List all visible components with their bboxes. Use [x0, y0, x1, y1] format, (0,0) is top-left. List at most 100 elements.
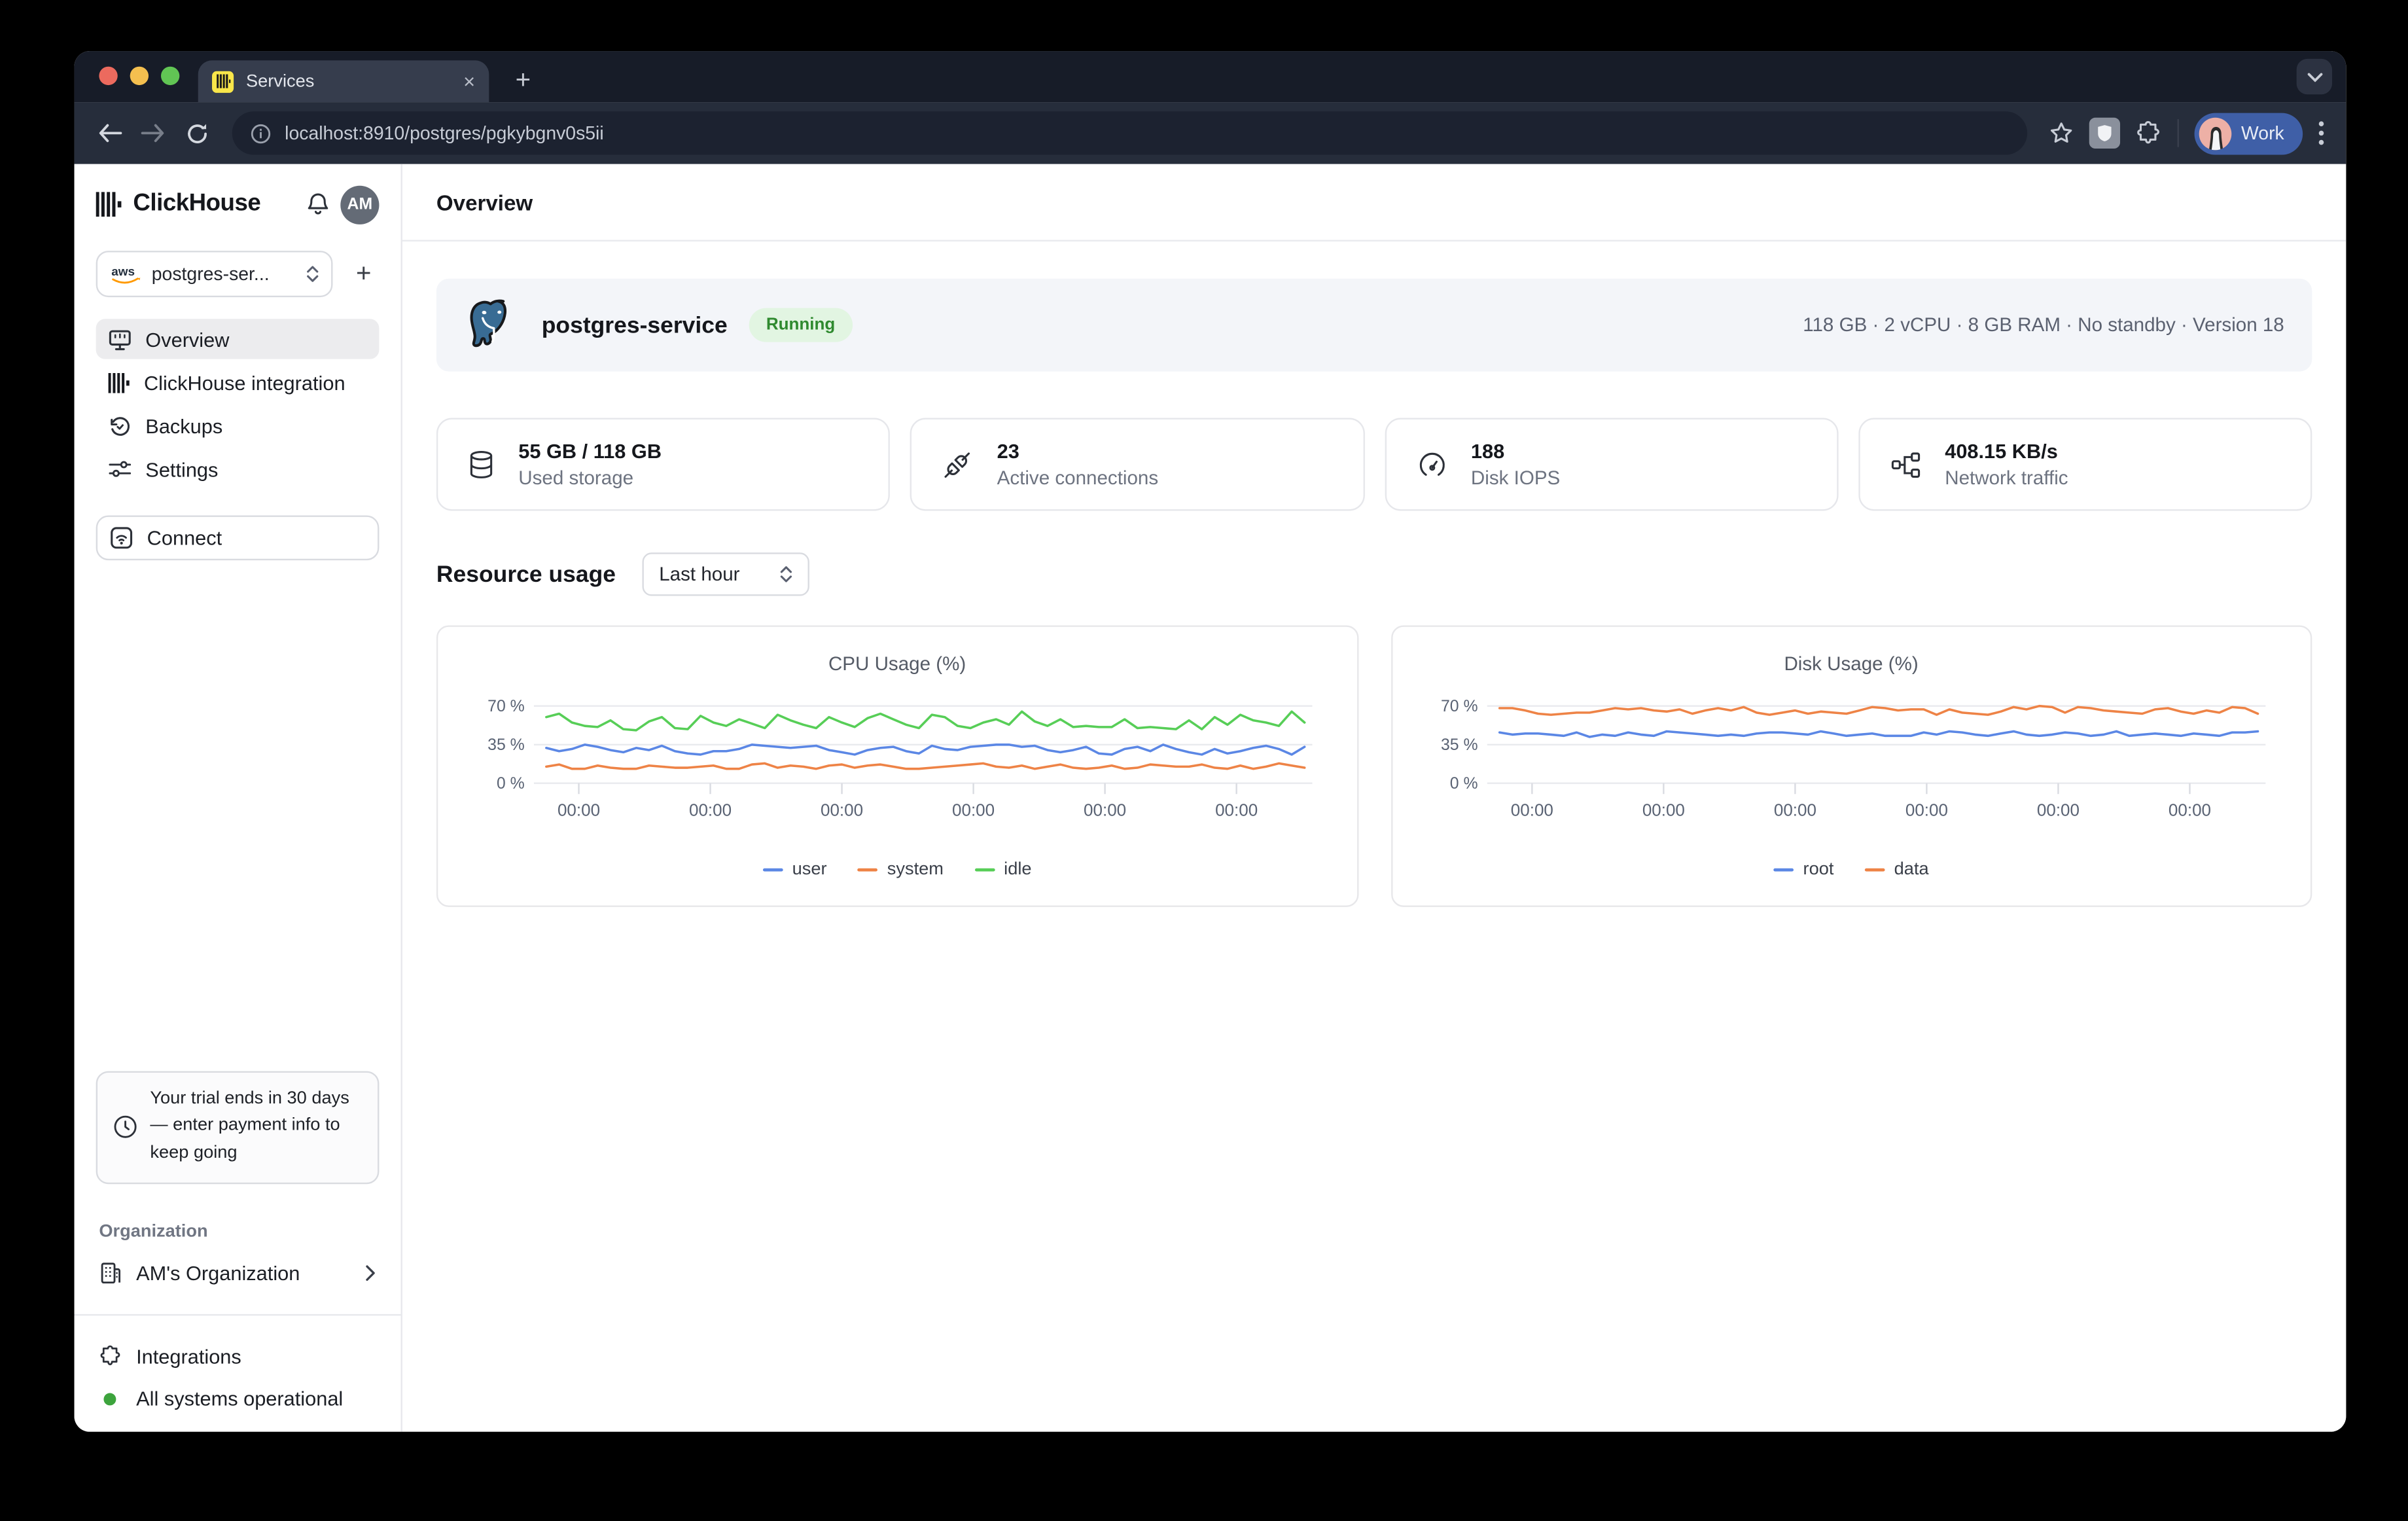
integrations-puzzle-icon: [99, 1345, 122, 1368]
toolbar-right: Work: [2049, 112, 2328, 154]
disk-usage-chart[interactable]: 70 %35 %0 %00:0000:0000:0000:0000:0000:0…: [1418, 687, 2284, 845]
service-selector-row: aws postgres-ser... +: [96, 251, 380, 297]
selected-service-label: postgres-ser...: [152, 263, 296, 285]
svg-text:00:00: 00:00: [951, 800, 994, 819]
svg-text:0 %: 0 %: [1450, 775, 1478, 793]
legend-swatch-icon: [974, 868, 995, 872]
toolbar-divider: [2178, 119, 2179, 147]
close-tab-icon[interactable]: ×: [463, 71, 475, 92]
status-badge: Running: [749, 308, 853, 342]
svg-text:00:00: 00:00: [1215, 800, 1258, 819]
service-header: postgres-service Running 118 GB · 2 vCPU…: [436, 279, 2312, 372]
legend-item-user[interactable]: user: [763, 861, 827, 879]
chart-legend: root data: [1392, 861, 2311, 879]
connect-button[interactable]: Connect: [96, 516, 380, 561]
time-range-select[interactable]: Last hour: [642, 552, 809, 596]
legend-swatch-icon: [858, 868, 878, 872]
connect-icon: [110, 526, 133, 549]
legend-swatch-icon: [1774, 868, 1794, 872]
svg-text:35 %: 35 %: [487, 736, 525, 754]
browser-tab-services[interactable]: Services ×: [198, 60, 489, 102]
clickhouse-favicon: [212, 71, 234, 92]
add-service-button[interactable]: +: [348, 259, 379, 289]
cpu-usage-chart-card: CPU Usage (%) 70 %35 %0 %00:0000:0000:00…: [436, 625, 1358, 906]
app-content: ClickHouse AM aws postgres-ser... +: [75, 164, 2346, 1432]
reload-button[interactable]: [179, 116, 213, 150]
sidebar-nav: Overview ClickHouse integration Backups …: [96, 319, 380, 489]
stats-row: 55 GB / 118 GBUsed storage 23Active conn…: [436, 418, 2312, 511]
profile-avatar: [2199, 117, 2232, 150]
svg-text:00:00: 00:00: [1905, 800, 1948, 819]
back-button[interactable]: [93, 116, 127, 150]
browser-menu-icon[interactable]: [2318, 120, 2324, 145]
svg-text:00:00: 00:00: [820, 800, 862, 819]
extensions-puzzle-icon[interactable]: [2136, 120, 2162, 146]
trial-notice-text: Your trial ends in 30 days — enter payme…: [150, 1086, 362, 1168]
svg-text:00:00: 00:00: [1774, 800, 1816, 819]
stat-card-used-storage: 55 GB / 118 GBUsed storage: [436, 418, 891, 511]
svg-text:00:00: 00:00: [2169, 800, 2212, 819]
legend-item-system[interactable]: system: [858, 861, 944, 879]
stat-card-disk-iops: 188Disk IOPS: [1384, 418, 1838, 511]
notifications-bell-icon[interactable]: [306, 192, 329, 217]
database-icon: [469, 450, 494, 479]
legend-item-idle[interactable]: idle: [974, 861, 1031, 879]
chart-legend: user system idle: [438, 861, 1356, 879]
gauge-icon: [1417, 450, 1446, 479]
svg-text:00:00: 00:00: [557, 800, 599, 819]
integrations-link[interactable]: Integrations: [96, 1345, 380, 1368]
url-text: localhost:8910/postgres/pgkybgnv0s5ii: [285, 122, 604, 144]
new-tab-button[interactable]: +: [505, 62, 542, 99]
chart-title: CPU Usage (%): [438, 653, 1356, 675]
connections-icon: [943, 450, 972, 479]
shield-extension-icon[interactable]: [2089, 118, 2120, 149]
stat-value: 188: [1471, 440, 1560, 463]
svg-text:70 %: 70 %: [1442, 698, 1479, 715]
forward-button[interactable]: [136, 116, 170, 150]
svg-text:00:00: 00:00: [688, 800, 731, 819]
connect-button-label: Connect: [147, 526, 222, 549]
main-body: postgres-service Running 118 GB · 2 vCPU…: [402, 242, 2346, 1432]
user-avatar[interactable]: AM: [340, 185, 379, 224]
clickhouse-logo-icon: [96, 192, 122, 217]
tab-search-chevron-button[interactable]: [2297, 59, 2332, 94]
legend-item-root[interactable]: root: [1774, 861, 1834, 879]
sidebar-item-settings[interactable]: Settings: [96, 449, 380, 489]
sidebar-item-backups[interactable]: Backups: [96, 406, 380, 446]
bookmark-star-icon[interactable]: [2049, 120, 2074, 145]
legend-swatch-icon: [763, 868, 783, 872]
service-selector[interactable]: aws postgres-ser...: [96, 251, 333, 297]
settings-sliders-icon: [109, 458, 132, 480]
trial-notice: Your trial ends in 30 days — enter payme…: [96, 1071, 380, 1185]
main-header: Overview: [402, 164, 2346, 242]
cpu-usage-chart[interactable]: 70 %35 %0 %00:0000:0000:0000:0000:0000:0…: [464, 687, 1330, 845]
close-window-button[interactable]: [99, 67, 117, 85]
legend-item-data[interactable]: data: [1865, 861, 1929, 879]
profile-name: Work: [2241, 122, 2284, 144]
system-status-row[interactable]: All systems operational: [96, 1387, 380, 1410]
zoom-window-button[interactable]: [161, 67, 179, 85]
stat-value: 55 GB / 118 GB: [518, 440, 662, 463]
sidebar-item-overview[interactable]: Overview: [96, 319, 380, 359]
sidebar-item-clickhouse-integration[interactable]: ClickHouse integration: [96, 362, 380, 402]
site-info-icon[interactable]: [251, 123, 271, 143]
status-dot-icon: [103, 1392, 116, 1405]
svg-text:00:00: 00:00: [1083, 800, 1125, 819]
legend-swatch-icon: [1865, 868, 1885, 872]
organization-building-icon: [99, 1261, 122, 1284]
sidebar-item-label: Backups: [145, 414, 222, 437]
svg-text:00:00: 00:00: [2038, 800, 2080, 819]
brand-name: ClickHouse: [133, 190, 295, 219]
profile-button[interactable]: Work: [2195, 112, 2303, 154]
integrations-label: Integrations: [136, 1345, 241, 1368]
select-chevrons-icon: [306, 264, 319, 283]
minimize-window-button[interactable]: [130, 67, 149, 85]
organization-row[interactable]: AM's Organization: [96, 1261, 380, 1284]
disk-usage-chart-card: Disk Usage (%) 70 %35 %0 %00:0000:0000:0…: [1390, 625, 2312, 906]
address-bar[interactable]: localhost:8910/postgres/pgkybgnv0s5ii: [232, 111, 2028, 154]
sidebar-item-label: Settings: [145, 457, 218, 480]
stat-value: 23: [997, 440, 1159, 463]
page-title: Overview: [436, 190, 533, 215]
sidebar-divider: [75, 1314, 401, 1315]
main-area: Overview postgres-service Running 118 GB…: [402, 164, 2346, 1432]
